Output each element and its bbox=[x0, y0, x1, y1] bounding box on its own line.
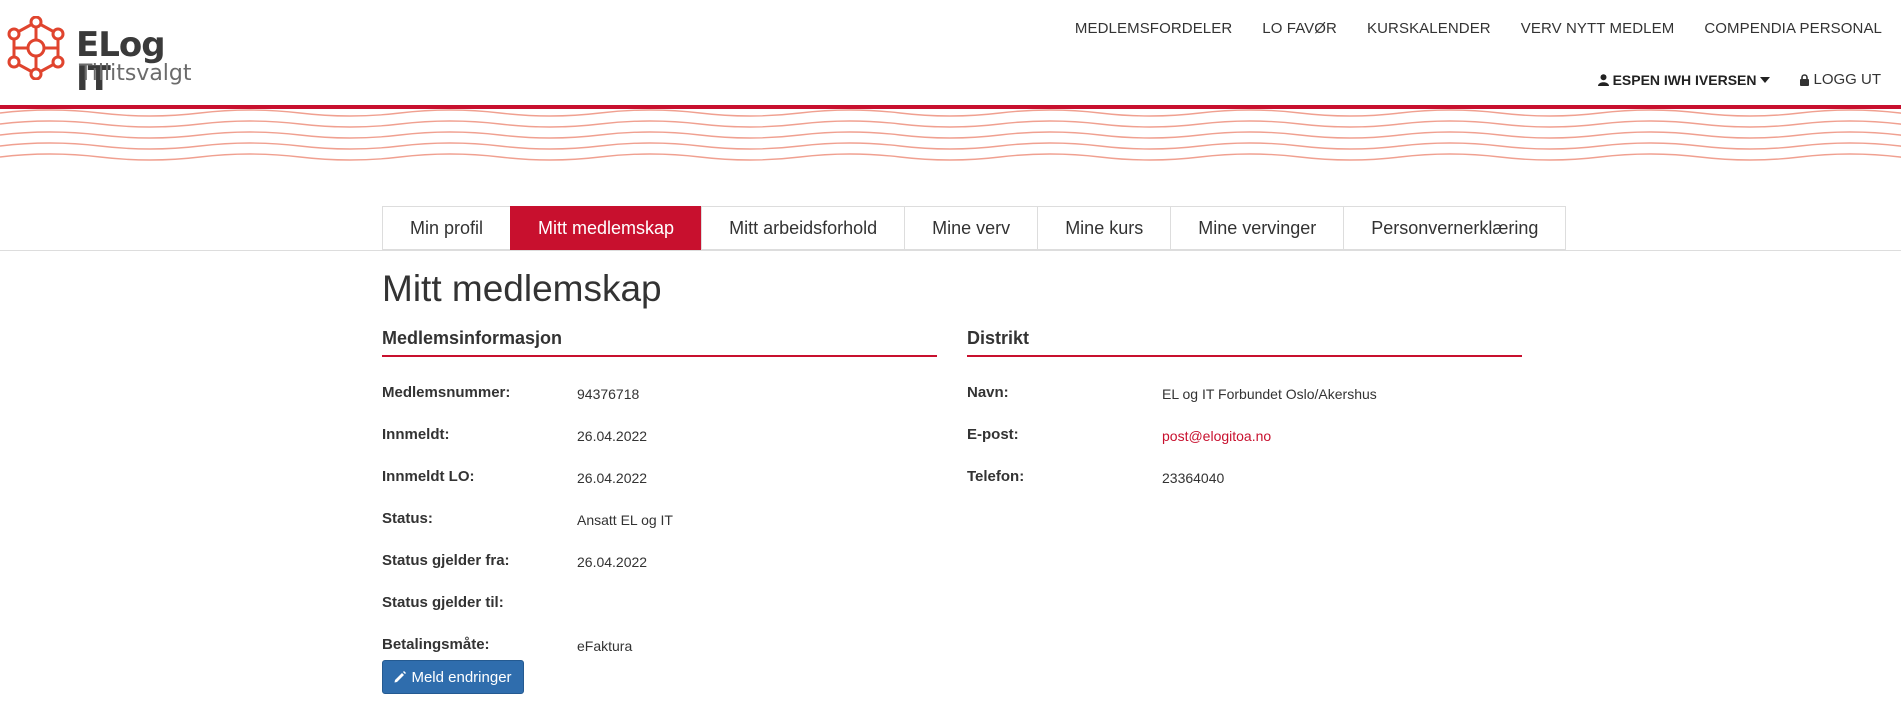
lock-icon bbox=[1800, 73, 1810, 86]
field-label: Status: bbox=[382, 510, 433, 527]
status-value: Ansatt EL og IT bbox=[577, 512, 673, 528]
field-label: E-post: bbox=[967, 426, 1019, 443]
tab-mitt-arbeidsforhold[interactable]: Mitt arbeidsforhold bbox=[701, 206, 905, 250]
status-from-value: 26.04.2022 bbox=[577, 554, 648, 570]
district-heading: Distrikt bbox=[967, 327, 1522, 357]
tab-mitt-medlemskap[interactable]: Mitt medlemskap bbox=[510, 206, 702, 250]
member-info-section: Medlemsinformasjon Medlemsnummer: 943767… bbox=[382, 327, 937, 678]
member-number-value: 94376718 bbox=[577, 386, 640, 402]
brand-tagline: Tillitsvalgt bbox=[79, 61, 192, 86]
wave-line bbox=[0, 142, 1901, 150]
user-menu[interactable]: ESPEN IWH IVERSEN bbox=[1597, 71, 1771, 88]
nav-lo-favor[interactable]: LO FAVØR bbox=[1262, 20, 1337, 37]
nav-medlemsfordeler[interactable]: MEDLEMSFORDELER bbox=[1075, 20, 1232, 37]
profile-tabs: Min profil Mitt medlemskap Mitt arbeidsf… bbox=[382, 206, 1567, 250]
wave-line bbox=[0, 109, 1901, 117]
district-phone-value: 23364040 bbox=[1162, 470, 1225, 486]
field-label: Medlemsnummer: bbox=[382, 384, 511, 401]
district-email-link[interactable]: post@elogitoa.no bbox=[1162, 427, 1271, 445]
tab-mine-verv[interactable]: Mine verv bbox=[904, 206, 1038, 250]
wave-line bbox=[0, 131, 1901, 139]
user-icon bbox=[1597, 73, 1609, 86]
tab-divider bbox=[0, 250, 1901, 251]
info-row: Innmeldt LO: 26.04.2022 bbox=[382, 468, 937, 510]
logout-link[interactable]: LOGG UT bbox=[1800, 71, 1881, 88]
nav-kurskalender[interactable]: KURSKALENDER bbox=[1367, 20, 1491, 37]
user-navigation: ESPEN IWH IVERSEN LOGG UT bbox=[1597, 71, 1881, 88]
field-label: Innmeldt: bbox=[382, 426, 450, 443]
info-row: Telefon: 23364040 bbox=[967, 468, 1522, 510]
field-label: Betalingsmåte: bbox=[382, 636, 490, 653]
tab-mine-vervinger[interactable]: Mine vervinger bbox=[1170, 206, 1344, 250]
info-row: Medlemsnummer: 94376718 bbox=[382, 384, 937, 426]
logout-label: LOGG UT bbox=[1813, 71, 1881, 88]
info-row: Status gjelder til: bbox=[382, 594, 937, 636]
site-logo[interactable]: ELog IT Tillitsvalgt bbox=[4, 14, 204, 96]
tab-personvernerklaering[interactable]: Personvernerklæring bbox=[1343, 206, 1567, 250]
nav-compendia-personal[interactable]: COMPENDIA PERSONAL bbox=[1704, 20, 1882, 37]
member-info-heading: Medlemsinformasjon bbox=[382, 327, 937, 357]
info-row: E-post: post@elogitoa.no bbox=[967, 426, 1522, 468]
user-name: ESPEN IWH IVERSEN bbox=[1612, 71, 1757, 88]
caret-down-icon bbox=[1760, 76, 1771, 83]
field-label: Telefon: bbox=[967, 468, 1025, 485]
info-row: Navn: EL og IT Forbundet Oslo/Akershus bbox=[967, 384, 1522, 426]
info-row: Innmeldt: 26.04.2022 bbox=[382, 426, 937, 468]
page-title: Mitt medlemskap bbox=[382, 268, 662, 309]
payment-method-value: eFaktura bbox=[577, 638, 633, 654]
top-navigation: MEDLEMSFORDELER LO FAVØR KURSKALENDER VE… bbox=[1045, 20, 1882, 37]
district-section: Distrikt Navn: EL og IT Forbundet Oslo/A… bbox=[967, 327, 1522, 510]
report-changes-label: Meld endringer bbox=[411, 668, 512, 686]
tab-mine-kurs[interactable]: Mine kurs bbox=[1037, 206, 1171, 250]
site-header: ELog IT Tillitsvalgt MEDLEMSFORDELER LO … bbox=[0, 0, 1901, 105]
info-row: Status: Ansatt EL og IT bbox=[382, 510, 937, 552]
district-name-value: EL og IT Forbundet Oslo/Akershus bbox=[1162, 386, 1377, 402]
field-label: Status gjelder til: bbox=[382, 594, 504, 611]
nav-verv-nytt-medlem[interactable]: VERV NYTT MEDLEM bbox=[1521, 20, 1675, 37]
info-row: Status gjelder fra: 26.04.2022 bbox=[382, 552, 937, 594]
field-label: Navn: bbox=[967, 384, 1009, 401]
tab-min-profil[interactable]: Min profil bbox=[382, 206, 511, 250]
pencil-icon bbox=[394, 671, 407, 683]
joined-lo-value: 26.04.2022 bbox=[577, 470, 648, 486]
wave-line bbox=[0, 120, 1901, 128]
report-changes-button[interactable]: Meld endringer bbox=[382, 660, 524, 694]
field-label: Status gjelder fra: bbox=[382, 552, 510, 569]
wave-line bbox=[0, 153, 1901, 161]
field-label: Innmeldt LO: bbox=[382, 468, 475, 485]
decorative-wave-banner bbox=[0, 109, 1901, 167]
joined-date-value: 26.04.2022 bbox=[577, 428, 648, 444]
molecule-logo-icon bbox=[7, 16, 65, 80]
